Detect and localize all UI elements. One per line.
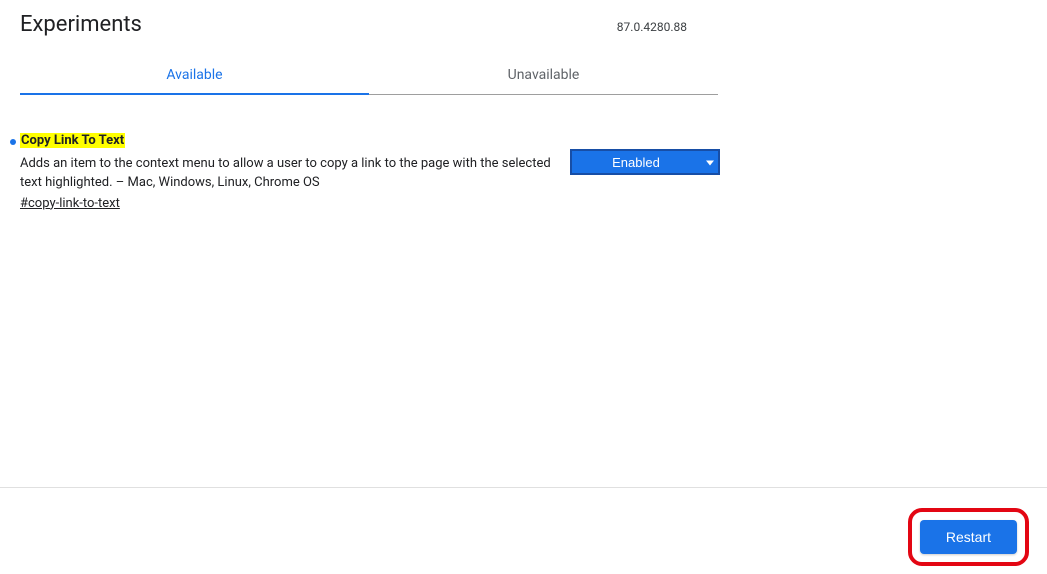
modified-indicator-icon <box>10 139 16 145</box>
tab-available[interactable]: Available <box>20 67 369 95</box>
experiment-row: Copy Link To Text Adds an item to the co… <box>10 133 1027 211</box>
page-title: Experiments <box>20 12 142 37</box>
footer-bar: Restart <box>0 500 1047 574</box>
experiment-hash-link[interactable]: #copy-link-to-text <box>20 196 120 211</box>
experiment-description: Adds an item to the context menu to allo… <box>20 155 560 193</box>
footer-divider <box>0 487 1047 488</box>
experiment-title: Copy Link To Text <box>20 133 125 148</box>
experiment-select-wrap: DefaultEnabledDisabled <box>570 149 720 175</box>
version-label: 87.0.4280.88 <box>617 20 687 34</box>
restart-button[interactable]: Restart <box>920 520 1017 554</box>
experiment-state-select[interactable]: DefaultEnabledDisabled <box>570 149 720 175</box>
restart-highlight-box: Restart <box>908 508 1029 566</box>
tabs: Available Unavailable <box>20 67 718 95</box>
tab-unavailable[interactable]: Unavailable <box>369 67 718 95</box>
